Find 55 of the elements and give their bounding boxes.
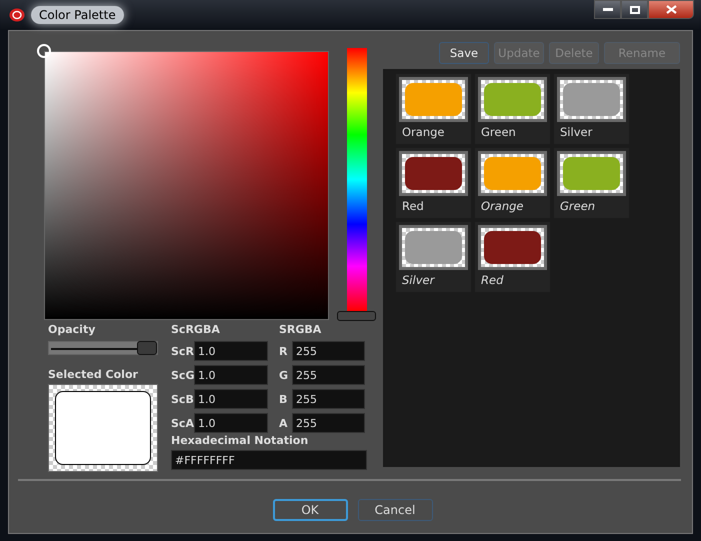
hex-label: Hexadecimal Notation — [171, 434, 310, 448]
minimize-icon — [602, 8, 612, 12]
opacity-slider[interactable] — [48, 341, 158, 355]
palette-swatch-tile[interactable]: Silver — [554, 74, 629, 144]
swatch-name: Red — [402, 199, 425, 213]
selected-color-label: Selected Color — [48, 368, 139, 382]
minimize-button[interactable] — [594, 0, 621, 19]
saturation-brightness-area[interactable] — [44, 51, 329, 320]
picker-handle[interactable] — [37, 44, 51, 58]
field-label: A — [279, 416, 289, 430]
maximize-button[interactable] — [621, 0, 648, 19]
swatch-name: Orange — [402, 125, 446, 139]
palette-swatch-tile[interactable]: Red — [396, 148, 471, 218]
input-field[interactable]: 1.0 — [194, 341, 268, 361]
swatch-name: Green — [481, 125, 517, 139]
input-field[interactable]: 1.0 — [194, 413, 268, 433]
palette-swatch-tile[interactable]: Red — [475, 222, 550, 292]
close-button[interactable] — [648, 0, 694, 19]
input-field[interactable]: 255 — [292, 365, 365, 385]
palette-swatch-tile[interactable]: Orange — [475, 148, 550, 218]
swatch-name: Silver — [560, 125, 594, 139]
input-field[interactable]: 255 — [292, 413, 365, 433]
swatch-name: Orange — [481, 199, 524, 213]
field-label: G — [279, 368, 290, 382]
input-field[interactable]: 255 — [292, 389, 365, 409]
field-label: ScR — [171, 344, 194, 358]
palette-swatch-tile[interactable]: Green — [554, 148, 629, 218]
field-label: R — [279, 344, 288, 358]
dialog-button[interactable]: Cancel — [358, 499, 432, 521]
slider-thumb[interactable] — [137, 341, 157, 355]
palette-swatch-tile[interactable]: Green — [475, 74, 550, 144]
close-icon — [666, 5, 676, 14]
scrgba-heading: ScRGBA — [171, 323, 221, 337]
palette-swatch-tile[interactable]: Silver — [396, 222, 471, 292]
field-label: B — [279, 392, 288, 406]
field-label: ScG — [171, 368, 194, 382]
srgba-heading: SRGBA — [279, 323, 322, 337]
swatch-name: Red — [481, 273, 504, 287]
palette-swatch-tile[interactable]: Orange — [396, 74, 471, 144]
dialog-button[interactable]: OK — [272, 499, 348, 521]
field-label: ScB — [171, 392, 194, 406]
field-label: ScA — [171, 416, 194, 430]
maximize-icon — [630, 6, 640, 14]
opacity-label: Opacity — [48, 323, 96, 337]
swatch-name: Green — [560, 199, 596, 213]
input-field[interactable]: 255 — [292, 341, 365, 361]
hue-bar[interactable] — [346, 48, 366, 311]
palette-button[interactable]: Save — [439, 42, 489, 64]
app-icon — [9, 8, 25, 22]
input-field[interactable]: 1.0 — [194, 365, 268, 385]
hex-input-field[interactable]: #FFFFFFFF — [171, 450, 367, 470]
input-field[interactable]: 1.0 — [194, 389, 268, 409]
hue-slider-handle[interactable] — [337, 311, 376, 321]
window-title: Color Palette — [31, 6, 124, 24]
swatch-name: Silver — [402, 273, 436, 287]
